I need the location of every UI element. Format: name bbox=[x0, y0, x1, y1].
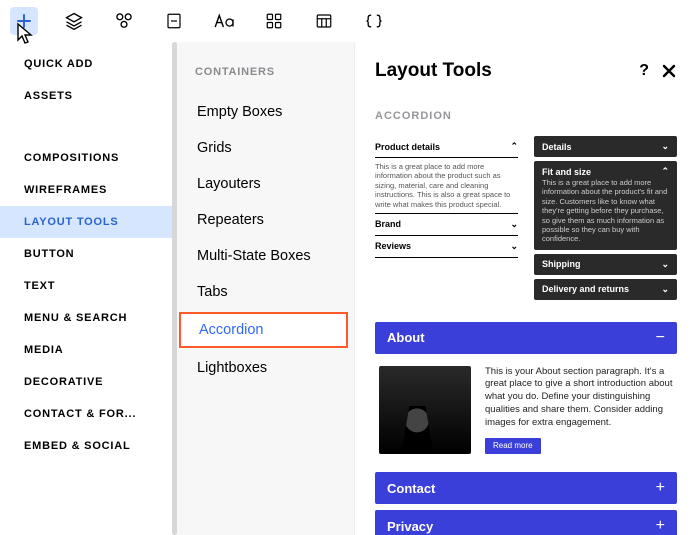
shapes-icon bbox=[114, 11, 134, 31]
sidebar-item-media[interactable]: Media bbox=[0, 334, 174, 366]
panel-title: Layout Tools bbox=[375, 60, 492, 82]
blue-privacy-header[interactable]: Privacy + bbox=[375, 510, 677, 535]
subcategory-heading: Containers bbox=[175, 60, 354, 94]
braces-icon bbox=[364, 12, 384, 30]
about-image bbox=[379, 366, 471, 454]
category-sidebar: Quick Add Assets Compositions Wireframes… bbox=[0, 42, 175, 535]
chevron-down-icon: ⌄ bbox=[661, 284, 669, 295]
add-elements-button[interactable] bbox=[10, 7, 38, 35]
plus-icon: + bbox=[656, 480, 665, 496]
blue-contact-header[interactable]: Contact + bbox=[375, 472, 677, 504]
blue-about-body: This is your About section paragraph. It… bbox=[375, 354, 677, 467]
page-button[interactable] bbox=[160, 7, 188, 35]
layers-icon bbox=[64, 11, 84, 31]
panel-header: Layout Tools ? bbox=[375, 60, 677, 82]
accordion-preset-light[interactable]: Product details⌃ This is a great place t… bbox=[375, 136, 518, 304]
chevron-up-icon: ⌃ bbox=[510, 141, 518, 152]
sidebar-item-decorative[interactable]: Decorative bbox=[0, 366, 174, 398]
sidebar-item-assets[interactable]: Assets bbox=[0, 80, 174, 112]
plus-icon: + bbox=[656, 518, 665, 534]
sidebar-item-compositions[interactable]: Compositions bbox=[0, 142, 174, 174]
section-label: Accordion bbox=[375, 110, 677, 122]
subitem-empty-boxes[interactable]: Empty Boxes bbox=[175, 94, 354, 130]
table-icon bbox=[315, 12, 333, 30]
chevron-down-icon: ⌄ bbox=[661, 141, 669, 152]
sidebar-item-button[interactable]: Button bbox=[0, 238, 174, 270]
top-toolbar bbox=[0, 0, 691, 42]
plus-icon bbox=[15, 12, 33, 30]
sidebar-item-contact[interactable]: Contact & For... bbox=[0, 398, 174, 430]
sidebar-item-menu-search[interactable]: Menu & Search bbox=[0, 302, 174, 334]
main-layout: Quick Add Assets Compositions Wireframes… bbox=[0, 42, 691, 535]
sidebar-item-quick-add[interactable]: Quick Add bbox=[0, 48, 174, 80]
text-tool-button[interactable] bbox=[210, 7, 238, 35]
read-more-button[interactable]: Read more bbox=[485, 438, 541, 455]
accordion-preset-blue[interactable]: About − This is your About section parag… bbox=[375, 322, 677, 535]
subitem-layouters[interactable]: Layouters bbox=[175, 166, 354, 202]
shapes-button[interactable] bbox=[110, 7, 138, 35]
chevron-down-icon: ⌄ bbox=[510, 219, 518, 230]
chevron-down-icon: ⌄ bbox=[661, 259, 669, 270]
grid-icon bbox=[265, 12, 283, 30]
help-icon[interactable]: ? bbox=[639, 62, 649, 80]
subitem-tabs[interactable]: Tabs bbox=[175, 274, 354, 310]
table-button[interactable] bbox=[310, 7, 338, 35]
text-icon bbox=[213, 12, 235, 30]
accordion-presets-row: Product details⌃ This is a great place t… bbox=[375, 136, 677, 304]
code-button[interactable] bbox=[360, 7, 388, 35]
subitem-grids[interactable]: Grids bbox=[175, 130, 354, 166]
subitem-lightboxes[interactable]: Lightboxes bbox=[175, 350, 354, 386]
layers-button[interactable] bbox=[60, 7, 88, 35]
subitem-repeaters[interactable]: Repeaters bbox=[175, 202, 354, 238]
chevron-down-icon: ⌄ bbox=[510, 241, 518, 252]
minus-icon: − bbox=[656, 330, 665, 346]
chevron-up-icon: ⌃ bbox=[661, 166, 669, 177]
grid-button[interactable] bbox=[260, 7, 288, 35]
close-icon[interactable] bbox=[661, 63, 677, 79]
sidebar-item-layout-tools[interactable]: Layout Tools bbox=[0, 206, 174, 238]
preview-panel: Layout Tools ? Accordion Product details… bbox=[355, 42, 691, 535]
blue-about-header[interactable]: About − bbox=[375, 322, 677, 354]
sidebar-item-embed-social[interactable]: Embed & Social bbox=[0, 430, 174, 462]
subitem-multistate[interactable]: Multi-State Boxes bbox=[175, 238, 354, 274]
subitem-accordion[interactable]: Accordion bbox=[179, 312, 348, 348]
accordion-preset-dark[interactable]: Details⌄ Fit and size⌃ This is a great p… bbox=[534, 136, 677, 304]
subcategory-column: Containers Empty Boxes Grids Layouters R… bbox=[175, 42, 355, 535]
page-icon bbox=[165, 12, 183, 30]
sidebar-item-wireframes[interactable]: Wireframes bbox=[0, 174, 174, 206]
sidebar-item-text[interactable]: Text bbox=[0, 270, 174, 302]
